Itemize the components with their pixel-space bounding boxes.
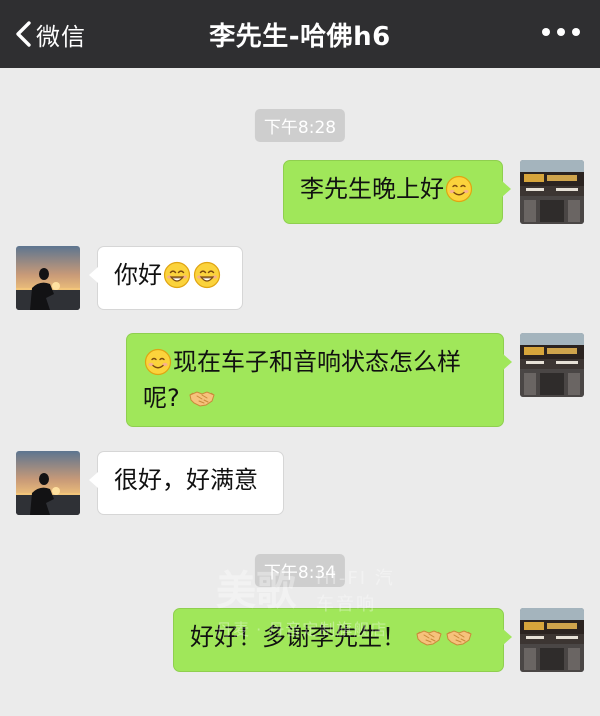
handshake-emoji-icon (188, 384, 216, 412)
handshake-emoji-icon (445, 623, 473, 651)
message-bubble-sent[interactable]: 好好！多谢李先生！ (173, 608, 512, 672)
smile-emoji-icon (144, 348, 172, 376)
message-bubble-sent[interactable]: 现在车子和音响状态怎么样 呢? (126, 333, 512, 427)
message-text-line2: 呢? (143, 384, 180, 412)
more-options-icon[interactable] (542, 28, 580, 36)
more-dot (542, 28, 550, 36)
message-bubble-sent[interactable]: 李先生晚上好 (283, 160, 511, 224)
grin-emoji-icon (193, 261, 221, 289)
message-text-line1: 现在车子和音响状态怎么样 (173, 348, 461, 376)
chat-area[interactable]: 下午8:28 李先生晚上好 你好 现在车子和音响状态怎么样 呢? 很好，好满意 … (0, 68, 600, 716)
more-dot (557, 28, 565, 36)
message-text: 李先生晚上好 (300, 175, 444, 203)
contact-avatar[interactable] (16, 246, 80, 310)
more-dot (572, 28, 580, 36)
timestamp: 下午8:34 (254, 554, 346, 587)
chat-title: 李先生-哈佛h6 (209, 22, 391, 52)
handshake-emoji-icon (415, 623, 443, 651)
my-avatar[interactable] (520, 333, 584, 397)
message-bubble-received[interactable]: 你好 (89, 246, 243, 310)
message-text: 很好，好满意 (114, 466, 258, 494)
timestamp: 下午8:28 (254, 109, 346, 142)
contact-avatar[interactable] (16, 451, 80, 515)
my-avatar[interactable] (520, 160, 584, 224)
grin-emoji-icon (163, 261, 191, 289)
my-avatar[interactable] (520, 608, 584, 672)
message-text: 好好！多谢李先生！ (190, 623, 406, 651)
smile-emoji-icon (445, 175, 473, 203)
nav-bar: 微信 李先生-哈佛h6 (0, 0, 600, 68)
message-text: 你好 (114, 261, 162, 289)
message-bubble-received[interactable]: 很好，好满意 (89, 451, 284, 515)
